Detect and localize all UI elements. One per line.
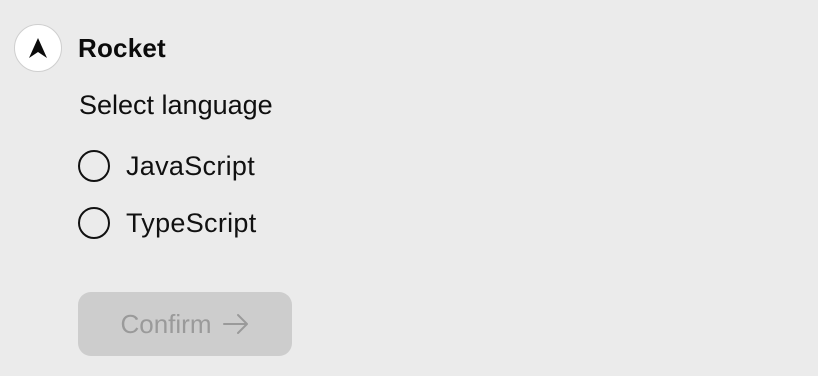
question-label: Select language [79,90,273,120]
brand-header: Rocket [14,24,166,72]
option-javascript[interactable]: JavaScript [78,150,255,182]
arrow-right-icon [222,313,250,335]
confirm-button[interactable]: Confirm [78,292,292,356]
confirm-label: Confirm [120,308,212,339]
logo [14,24,62,72]
option-label: TypeScript [126,207,257,238]
language-selector: Rocket Select language JavaScript TypeSc… [0,0,818,376]
option-typescript[interactable]: TypeScript [78,207,257,239]
rocket-triangle-icon [29,38,47,58]
radio-typescript[interactable] [78,207,110,239]
radio-javascript[interactable] [78,150,110,182]
option-label: JavaScript [126,150,256,181]
brand-name: Rocket [78,32,166,63]
